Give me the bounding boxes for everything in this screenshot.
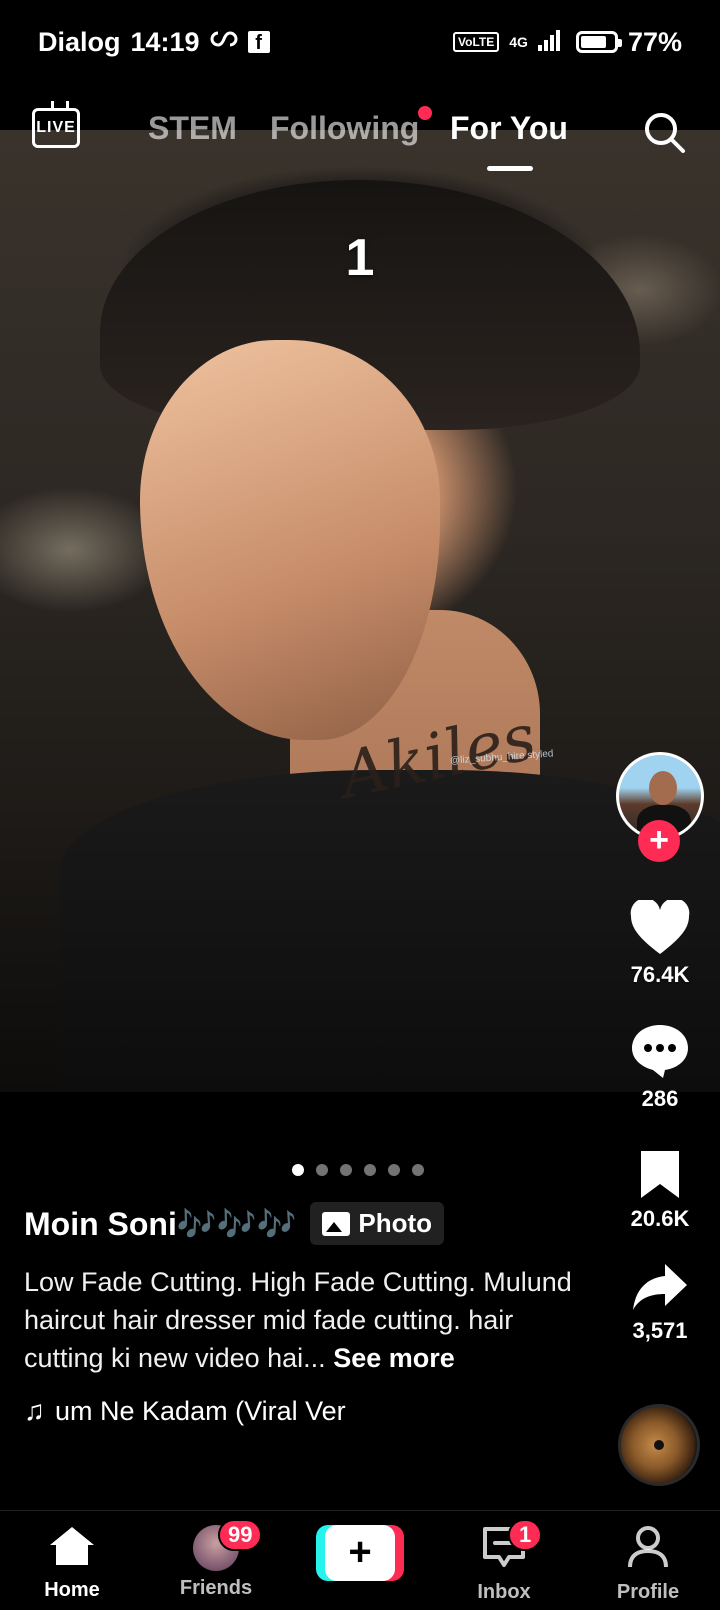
save-button[interactable]: 20.6K xyxy=(612,1148,708,1232)
carrier-name: Dialog xyxy=(38,26,121,57)
signal-icon xyxy=(537,27,566,58)
share-button[interactable]: 3,571 xyxy=(612,1262,708,1344)
post-caption: Moin Soni🎶🎶🎶 Photo Low Fade Cutting. Hig… xyxy=(24,1202,584,1427)
sound-title: um Ne Kadam (Viral Ver xyxy=(55,1395,346,1426)
plus-icon: + xyxy=(325,1525,395,1581)
follow-button[interactable]: + xyxy=(638,820,680,862)
live-icon[interactable]: LIVE xyxy=(32,108,80,148)
nav-inbox[interactable]: 1 Inbox xyxy=(444,1519,564,1604)
save-count: 20.6K xyxy=(630,1206,690,1231)
share-icon xyxy=(633,1264,687,1310)
sound-row[interactable]: ♫ um Ne Kadam (Viral Ver xyxy=(24,1395,584,1427)
friends-badge: 99 xyxy=(218,1519,263,1551)
slide-dot xyxy=(340,1164,352,1176)
battery-icon xyxy=(575,31,622,53)
slide-dot xyxy=(388,1164,400,1176)
nav-profile[interactable]: Profile xyxy=(588,1525,708,1604)
comment-icon xyxy=(632,1025,688,1078)
bottom-nav: Home 99 Friends + 1 Inbox Profile xyxy=(0,1510,720,1610)
facebook-icon: f xyxy=(247,31,270,54)
slide-dot xyxy=(292,1164,304,1176)
slide-dot xyxy=(412,1164,424,1176)
bookmark-icon xyxy=(641,1151,679,1198)
nav-friends-label: Friends xyxy=(179,1577,253,1599)
following-notification-dot xyxy=(418,106,432,120)
comment-button[interactable]: 286 xyxy=(612,1022,708,1112)
tab-for-you[interactable]: For You xyxy=(450,110,568,147)
slide-indicator xyxy=(292,1164,424,1176)
photo-face xyxy=(140,340,440,740)
tab-stem[interactable]: STEM xyxy=(148,110,237,147)
status-bar: Dialog 14:19 f VoLTE 4G 77% xyxy=(0,0,720,84)
photo-type-badge: Photo xyxy=(310,1202,445,1245)
nav-profile-label: Profile xyxy=(616,1581,680,1603)
slide-dot xyxy=(364,1164,376,1176)
slide-dot xyxy=(316,1164,328,1176)
description-text: Low Fade Cutting. High Fade Cutting. Mul… xyxy=(24,1267,572,1373)
nav-inbox-label: Inbox xyxy=(477,1581,531,1603)
share-count: 3,571 xyxy=(632,1318,688,1343)
search-icon[interactable] xyxy=(642,110,686,154)
loop-icon xyxy=(210,27,238,58)
inbox-badge: 1 xyxy=(508,1519,543,1551)
create-button[interactable]: + xyxy=(316,1525,404,1581)
like-button[interactable]: 76.4K xyxy=(612,900,708,988)
battery-percent: 77% xyxy=(627,26,682,57)
comment-count: 286 xyxy=(641,1086,679,1111)
author-name[interactable]: Moin Soni🎶🎶🎶 xyxy=(24,1205,296,1243)
avatar-head xyxy=(649,771,677,805)
network-type: 4G xyxy=(509,34,528,50)
tab-following[interactable]: Following xyxy=(270,110,419,147)
like-count: 76.4K xyxy=(630,962,690,987)
nav-home[interactable]: Home xyxy=(12,1525,132,1602)
image-icon xyxy=(322,1211,351,1236)
post-description[interactable]: Low Fade Cutting. High Fade Cutting. Mul… xyxy=(24,1263,584,1377)
see-more-link[interactable]: See more xyxy=(333,1343,455,1373)
music-note-icon: ♫ xyxy=(24,1395,45,1426)
sound-disc[interactable] xyxy=(618,1404,700,1486)
nav-friends[interactable]: 99 Friends xyxy=(156,1519,276,1600)
active-tab-indicator xyxy=(487,166,533,171)
heart-icon xyxy=(630,900,690,954)
top-nav: LIVE STEM Following For You xyxy=(0,96,720,176)
photo-badge-label: Photo xyxy=(358,1208,433,1238)
clock: 14:19 xyxy=(130,26,200,57)
home-icon xyxy=(50,1527,94,1565)
nav-home-label: Home xyxy=(44,1579,100,1601)
slide-number: 1 xyxy=(345,229,375,287)
volte-badge: VoLTE xyxy=(453,32,500,52)
profile-icon xyxy=(628,1526,668,1568)
